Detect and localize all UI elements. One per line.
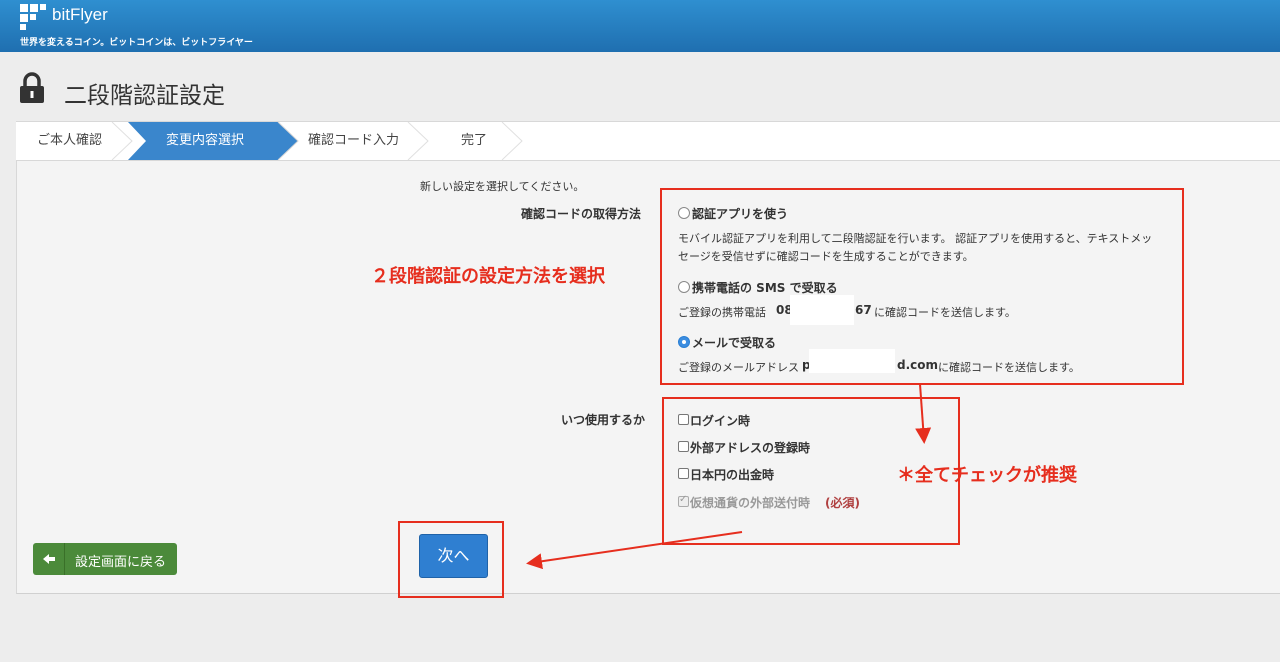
step-complete: 完了 — [461, 133, 488, 148]
step-enter-code: 確認コード入力 — [308, 133, 400, 148]
when-label: いつ使用するか — [561, 413, 646, 427]
annotation-check-all: ＊全てチェックが推奨 — [897, 465, 1077, 486]
method-label: 確認コードの取得方法 — [521, 207, 642, 221]
top-header: bitFlyer 世界を変えるコイン。ビットコインは、ビットフライヤー — [0, 0, 1280, 52]
lock-icon — [20, 72, 44, 103]
page-title: 二段階認証設定 — [64, 83, 225, 109]
bitflyer-logo-icon — [20, 4, 48, 30]
step-select-changes: 変更内容選択 — [166, 133, 245, 148]
intro-text: 新しい設定を選択してください。 — [420, 180, 585, 193]
arrow-left-icon — [33, 543, 65, 575]
step-tracker: ご本人確認 変更内容選択 確認コード入力 完了 — [16, 121, 1280, 161]
back-to-settings-button[interactable]: 設定画面に戻る — [33, 543, 177, 575]
annotation-box-method — [660, 188, 1184, 385]
annotation-box-next — [398, 521, 504, 598]
tagline: 世界を変えるコイン。ビットコインは、ビットフライヤー — [20, 38, 253, 48]
brand-name[interactable]: bitFlyer — [52, 5, 108, 25]
step-identity: ご本人確認 — [37, 133, 103, 148]
back-button-label: 設定画面に戻る — [75, 555, 167, 570]
annotation-choose-method: ２段階認証の設定方法を選択 — [371, 266, 605, 287]
